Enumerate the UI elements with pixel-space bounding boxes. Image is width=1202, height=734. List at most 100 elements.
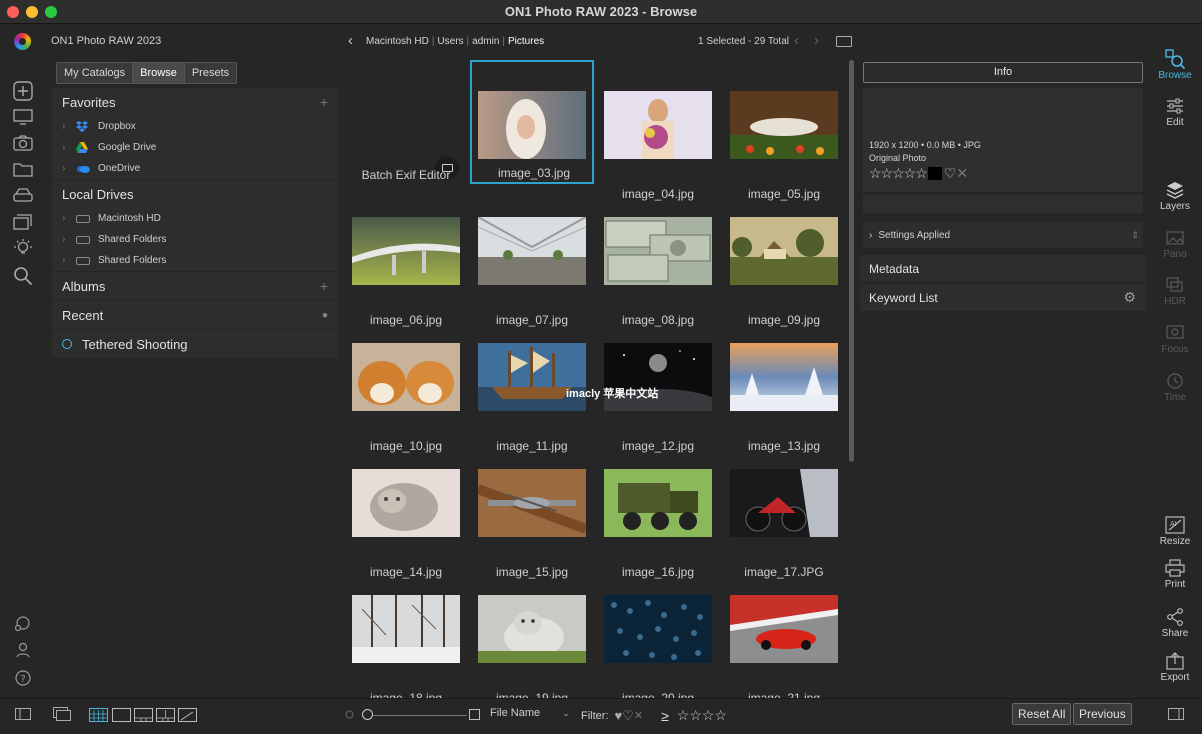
thumbnail-image-03[interactable]: image_03.jpg <box>470 60 594 184</box>
thumbnail-size-track[interactable] <box>367 715 467 716</box>
sidebar-item-shared-folders-2[interactable]: › Shared Folders <box>52 250 338 271</box>
breadcrumb-item[interactable]: Users <box>437 36 463 47</box>
updown-icon[interactable]: ⇕ <box>1131 230 1139 241</box>
module-browse[interactable]: Browse <box>1148 49 1202 81</box>
module-time[interactable]: Time <box>1148 371 1202 403</box>
module-hdr[interactable]: HDR <box>1148 275 1202 307</box>
back-chevron-icon[interactable]: ‹ <box>348 32 353 49</box>
star-rating[interactable]: ☆☆☆☆☆ <box>869 165 928 182</box>
reset-all-button[interactable]: Reset All <box>1012 703 1072 725</box>
search-icon[interactable] <box>11 265 35 287</box>
monitor-icon[interactable] <box>11 106 35 128</box>
heart-icon[interactable]: ♡ <box>944 165 957 182</box>
help-icon[interactable]: ? <box>11 667 35 689</box>
new-folder-icon[interactable] <box>836 36 852 47</box>
tab-browse[interactable]: Browse <box>133 63 185 83</box>
filmstrip-view-icon[interactable] <box>134 708 153 722</box>
settings-applied-row[interactable]: › Settings Applied ⇕ <box>863 222 1143 248</box>
breadcrumb-item[interactable]: Pictures <box>508 36 544 47</box>
sidebar-item-dropbox[interactable]: › Dropbox <box>52 116 338 137</box>
heart-icon[interactable]: ♡ <box>622 708 634 724</box>
reject-icon[interactable]: ✕ <box>634 709 643 722</box>
chevron-right-icon[interactable]: › <box>62 234 76 245</box>
tab-my-catalogs[interactable]: My Catalogs <box>57 63 134 83</box>
second-display-icon[interactable] <box>53 707 71 721</box>
folder-item[interactable]: Batch Exif Editor <box>344 60 468 184</box>
thumbnail-image-18[interactable]: image_18.jpg <box>344 587 468 711</box>
tab-info[interactable]: Info <box>863 62 1143 83</box>
thumbnail-image-13[interactable]: image_13.jpg <box>722 335 846 459</box>
sync-icon[interactable] <box>11 612 35 634</box>
add-icon[interactable] <box>11 80 35 102</box>
chevron-right-icon[interactable]: › <box>62 213 76 224</box>
grid-scrollbar[interactable] <box>849 60 854 462</box>
sort-checkbox[interactable] <box>469 709 480 720</box>
chevron-right-icon[interactable]: › <box>62 255 76 266</box>
drive-icon[interactable] <box>11 184 35 206</box>
metadata-section[interactable]: Metadata <box>860 255 1146 282</box>
thumbnail-size-slider[interactable] <box>362 709 373 720</box>
compare-view-icon[interactable] <box>156 708 175 722</box>
module-export[interactable]: Export <box>1148 651 1202 683</box>
clear-recent-icon[interactable]: ● <box>322 310 328 321</box>
recent-header[interactable]: Recent ● <box>52 301 338 329</box>
sidebar-item-shared-folders[interactable]: › Shared Folders <box>52 229 338 250</box>
module-share[interactable]: Share <box>1148 607 1202 639</box>
keyword-list-section[interactable]: Keyword List ⚙ <box>860 284 1146 311</box>
sidebar-item-google-drive[interactable]: › Google Drive <box>52 137 338 158</box>
gear-icon[interactable]: ⚙ <box>1123 289 1136 306</box>
thumbnail-image-19[interactable]: image_19.jpg <box>470 587 594 711</box>
prev-chevron-icon[interactable]: ‹ <box>794 32 799 49</box>
detail-view-icon[interactable] <box>112 708 131 722</box>
add-favorite-icon[interactable]: + <box>320 94 328 110</box>
folder-icon[interactable] <box>11 158 35 180</box>
sort-dropdown[interactable]: File Name ⌄ <box>490 707 570 719</box>
thumbnail-image-09[interactable]: image_09.jpg <box>722 209 846 333</box>
user-icon[interactable] <box>11 639 35 661</box>
breadcrumb-item[interactable]: admin <box>472 36 499 47</box>
grid-view-icon[interactable] <box>89 708 108 722</box>
add-album-icon[interactable]: + <box>320 278 328 294</box>
sidebar-item-macintosh-hd[interactable]: › Macintosh HD <box>52 208 338 229</box>
thumbnail-image-15[interactable]: image_15.jpg <box>470 461 594 585</box>
heart-filled-icon[interactable]: ♥ <box>615 708 623 723</box>
map-view-icon[interactable] <box>178 708 197 722</box>
thumbnail-image-16[interactable]: image_16.jpg <box>596 461 720 585</box>
thumbnail-image-06[interactable]: image_06.jpg <box>344 209 468 333</box>
thumbnail-image-08[interactable]: image_08.jpg <box>596 209 720 333</box>
albums-header[interactable]: Albums + <box>52 272 338 300</box>
thumbnail-image-05[interactable]: image_05.jpg <box>722 83 846 207</box>
local-drives-header[interactable]: Local Drives <box>52 180 338 208</box>
lightbulb-icon[interactable] <box>11 237 35 259</box>
thumbnail-image-10[interactable]: image_10.jpg <box>344 335 468 459</box>
module-resize[interactable]: AI Resize <box>1148 515 1202 547</box>
tab-presets[interactable]: Presets <box>184 63 237 83</box>
camera-icon[interactable] <box>11 132 35 154</box>
thumbnail-image-04[interactable]: image_04.jpg <box>596 83 720 207</box>
thumbnail-image-07[interactable]: image_07.jpg <box>470 209 594 333</box>
greater-equal-icon[interactable]: ≥ <box>661 708 669 724</box>
module-focus[interactable]: Focus <box>1148 323 1202 355</box>
albums-icon[interactable] <box>11 210 35 232</box>
previous-button[interactable]: Previous <box>1073 703 1132 725</box>
toggle-right-panel-icon[interactable] <box>1168 708 1184 720</box>
module-layers[interactable]: Layers <box>1148 180 1202 212</box>
module-print[interactable]: Print <box>1148 558 1202 590</box>
favorites-header[interactable]: Favorites + <box>52 88 338 116</box>
rating-stars[interactable]: ☆☆☆☆☆ ♡ ✕ <box>869 165 968 182</box>
filter-stars[interactable]: ☆☆☆☆ <box>677 707 727 724</box>
chevron-right-icon[interactable]: › <box>62 121 76 132</box>
thumbnail-image-14[interactable]: image_14.jpg <box>344 461 468 585</box>
toggle-left-panel-icon[interactable] <box>15 708 31 720</box>
chevron-right-icon[interactable]: › <box>62 142 76 153</box>
sidebar-item-onedrive[interactable]: › OneDrive <box>52 158 338 179</box>
tethered-shooting-item[interactable]: Tethered Shooting <box>52 330 338 358</box>
thumbnail-image-17[interactable]: image_17.JPG <box>722 461 846 585</box>
thumbnail-image-20[interactable]: image_20.jpg <box>596 587 720 711</box>
next-chevron-icon[interactable]: › <box>814 32 819 49</box>
thumbnail-image-21[interactable]: image_21.jpg <box>722 587 846 711</box>
module-pano[interactable]: Pano <box>1148 228 1202 260</box>
chevron-right-icon[interactable]: › <box>62 163 76 174</box>
breadcrumb-item[interactable]: Macintosh HD <box>366 36 429 47</box>
reject-icon[interactable]: ✕ <box>956 165 968 182</box>
